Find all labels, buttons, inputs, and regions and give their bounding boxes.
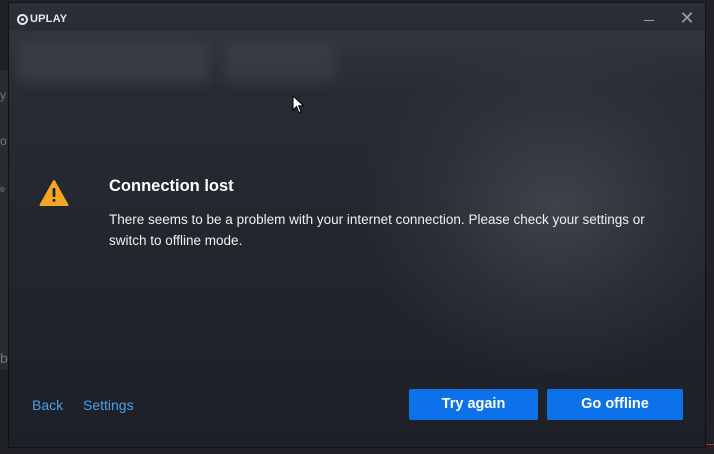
back-link[interactable]: Back: [32, 397, 63, 413]
background-fragment: y: [0, 88, 6, 102]
minimize-button[interactable]: [639, 9, 659, 29]
background-fragment: b: [0, 350, 8, 366]
dialog-message: There seems to be a problem with your in…: [109, 212, 645, 248]
try-again-button[interactable]: Try again: [409, 389, 538, 420]
uplay-logo-icon: [17, 13, 28, 25]
background-fragment: e: [0, 184, 6, 194]
go-offline-button[interactable]: Go offline: [547, 389, 683, 420]
blurred-backdrop: [369, 43, 705, 373]
blurred-backdrop: [224, 43, 334, 83]
uplay-logo: UPLAY: [17, 12, 67, 26]
logo-text: UPLAY: [30, 13, 68, 25]
close-button[interactable]: ✕: [677, 9, 697, 29]
uplay-window: UPLAY ✕ Connection lost There seems to b…: [8, 2, 706, 448]
background-fragment: o: [0, 134, 7, 148]
settings-link[interactable]: Settings: [83, 397, 134, 413]
mouse-cursor-icon: [292, 95, 305, 114]
dialog-title: Connection lost: [109, 177, 234, 195]
title-bar[interactable]: UPLAY ✕: [9, 3, 705, 33]
blurred-backdrop: [19, 43, 209, 83]
warning-triangle-icon: [39, 180, 69, 206]
